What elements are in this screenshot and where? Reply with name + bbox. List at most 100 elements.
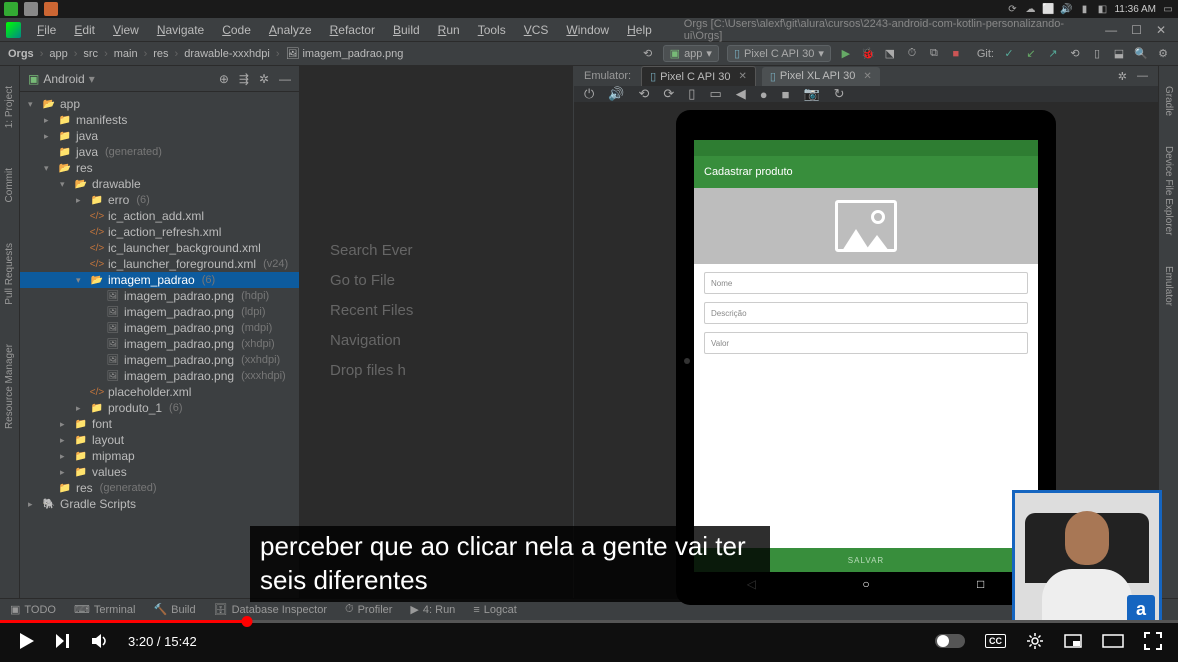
tray-network-icon[interactable]: ◧ [1096,3,1108,15]
tray-cloud-icon[interactable]: ⬜ [1042,3,1054,15]
tree-row[interactable]: ▸📁produto_1(6) [20,400,299,416]
target-icon[interactable]: ⊕ [219,72,229,86]
sdk-manager-icon[interactable]: ⬓ [1112,47,1126,61]
crumb-item[interactable]: app [49,48,67,60]
tree-row[interactable]: ▾📂imagem_padrao(6) [20,272,299,288]
close-icon[interactable]: ✕ [863,71,871,82]
tree-row[interactable]: ▸📁mipmap [20,448,299,464]
menu-view[interactable]: View [105,21,147,39]
tree-row[interactable]: ▾📂drawable [20,176,299,192]
tray-battery-icon[interactable]: ▮ [1078,3,1090,15]
tray-icon[interactable]: ⟳ [1006,3,1018,15]
next-button-icon[interactable] [54,632,72,650]
tool-tab-logcat[interactable]: ≡ Logcat [473,604,516,616]
run-button-icon[interactable]: ▶ [839,47,853,61]
coverage-icon[interactable]: ⬔ [883,47,897,61]
tree-arrow-icon[interactable]: ▾ [28,99,38,110]
os-app-icon[interactable] [44,2,58,16]
tree-row[interactable]: ▸📁values [20,464,299,480]
tree-arrow-icon[interactable]: ▸ [76,195,86,206]
tray-discord-icon[interactable]: ☁ [1024,3,1036,15]
tool-tab-device-file-explorer[interactable]: Device File Explorer [1163,146,1174,235]
crumb-item[interactable]: src [83,48,98,60]
profile-icon[interactable]: ⏱ [905,47,919,61]
tool-tab-emulator[interactable]: Emulator [1163,266,1174,306]
device-portrait-icon[interactable]: ▯ [688,86,695,102]
tool-tab-build[interactable]: 🔨 Build [153,603,195,616]
menu-navigate[interactable]: Navigate [149,21,212,39]
menu-file[interactable]: File [29,21,64,39]
tool-tab-terminal[interactable]: ⌨ Terminal [74,603,135,616]
os-clock[interactable]: 11:36 AM [1114,4,1156,15]
tree-row[interactable]: ▸📁java [20,128,299,144]
git-push-icon[interactable]: ↗ [1046,47,1060,61]
fullscreen-icon[interactable] [1144,632,1162,650]
tree-row[interactable]: 📁res(generated) [20,480,299,496]
screenshot-icon[interactable]: 📷 [803,86,819,102]
crumb-item[interactable]: res [153,48,168,60]
tree-row[interactable]: ▸📁layout [20,432,299,448]
git-commit-icon[interactable]: ↙ [1024,47,1038,61]
menu-run[interactable]: Run [430,21,468,39]
tree-row[interactable]: 🖼imagem_padrao.png(xxxhdpi) [20,368,299,384]
menu-vcs[interactable]: VCS [516,21,557,39]
ide-settings-icon[interactable]: ⚙ [1156,47,1170,61]
tree-arrow-icon[interactable]: ▾ [44,163,54,174]
menu-help[interactable]: Help [619,21,660,39]
emulator-tab[interactable]: ▯Pixel XL API 30✕ [762,67,880,86]
tree-arrow-icon[interactable]: ▸ [44,131,54,142]
breadcrumb[interactable]: Orgs› app› src› main› res› drawable-xxxh… [8,47,403,60]
input-valor[interactable]: Valor [704,332,1028,354]
filter-icon[interactable]: ⇶ [239,72,249,86]
git-update-icon[interactable]: ✓ [1002,47,1016,61]
run-config-module[interactable]: ▣app▾ [663,45,719,62]
tree-row[interactable]: </>ic_action_refresh.xml [20,224,299,240]
tray-volume-icon[interactable]: 🔊 [1060,3,1072,15]
emulator-settings-icon[interactable]: ✲ [1118,70,1127,83]
tree-arrow-icon[interactable]: ▸ [44,115,54,126]
tool-tab-gradle[interactable]: Gradle [1163,86,1174,116]
run-config-device[interactable]: ▯Pixel C API 30▾ [727,45,831,62]
tray-notifications-icon[interactable]: ▭ [1162,3,1174,15]
tree-row[interactable]: 🖼imagem_padrao.png(mdpi) [20,320,299,336]
tool-tab-profiler[interactable]: ⏱ Profiler [345,603,392,616]
tree-arrow-icon[interactable]: ▸ [60,435,70,446]
image-placeholder-zone[interactable] [694,188,1038,264]
menu-analyze[interactable]: Analyze [261,21,320,39]
more-icon[interactable]: ↻ [834,86,845,102]
miniplayer-icon[interactable] [1064,634,1082,648]
menu-build[interactable]: Build [385,21,428,39]
tool-tab-database[interactable]: 🗄 Database Inspector [214,603,327,616]
tool-tab-project[interactable]: 1: Project [4,86,15,128]
video-progress-bar[interactable] [0,620,1178,623]
tree-row[interactable]: 🖼imagem_padrao.png(hdpi) [20,288,299,304]
volume-up-icon[interactable]: 🔊 [608,86,624,102]
rotate-right-icon[interactable]: ⟳ [663,86,674,102]
device-screen[interactable]: Cadastrar produto Nome Descrição Valor S… [694,140,1038,572]
tool-tab-commit[interactable]: Commit [4,168,15,202]
hide-emulator-icon[interactable]: — [1137,70,1148,83]
play-button-icon[interactable] [16,631,36,651]
nav-home-icon[interactable]: ○ [860,578,872,590]
search-everywhere-icon[interactable]: 🔍 [1134,47,1148,61]
close-icon[interactable]: ✕ [738,71,746,82]
tree-arrow-icon[interactable]: ▸ [60,419,70,430]
project-tree[interactable]: ▾📂app▸📁manifests▸📁java📁java(generated)▾📂… [20,92,299,598]
nav-overview-icon[interactable]: □ [975,578,987,590]
tree-row[interactable]: 🖼imagem_padrao.png(xhdpi) [20,336,299,352]
os-app-icon[interactable] [24,2,38,16]
tree-row[interactable]: ▾📂app [20,96,299,112]
menu-edit[interactable]: Edit [66,21,103,39]
back-icon[interactable]: ◀ [736,86,746,102]
tree-row[interactable]: </>ic_launcher_foreground.xml(v24) [20,256,299,272]
attach-debugger-icon[interactable]: ⧉ [927,47,941,61]
git-history-icon[interactable]: ⟲ [1068,47,1082,61]
input-nome[interactable]: Nome [704,272,1028,294]
tree-arrow-icon[interactable]: ▾ [60,179,70,190]
power-icon[interactable]: ⏻ [584,86,594,102]
menu-tools[interactable]: Tools [470,21,514,39]
tree-row[interactable]: ▸📁manifests [20,112,299,128]
hide-panel-icon[interactable]: — [279,72,291,86]
gear-icon[interactable]: ✲ [259,72,269,86]
crumb-root[interactable]: Orgs [8,48,34,60]
